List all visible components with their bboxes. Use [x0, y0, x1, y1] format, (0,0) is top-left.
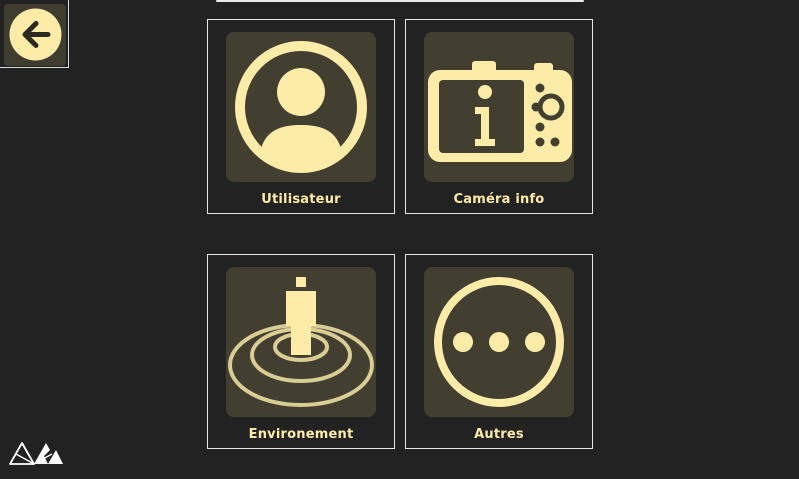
tile-label: Utilisateur [261, 192, 341, 207]
tile-icon-bg [424, 32, 574, 182]
back-button-bg [4, 4, 66, 66]
tile-icon-bg [424, 267, 574, 417]
tile-utilisateur[interactable]: Utilisateur [207, 19, 395, 214]
more-dots-icon [434, 277, 564, 407]
tile-label: Environement [248, 427, 354, 442]
back-button[interactable] [0, 0, 69, 68]
arrow-left-icon [9, 8, 62, 61]
user-icon [235, 41, 367, 173]
tile-label: Autres [474, 427, 524, 442]
camera-info-icon [428, 61, 572, 162]
tile-environement[interactable]: Environement [207, 254, 395, 449]
tile-icon-bg [226, 267, 376, 417]
tile-icon-bg [226, 32, 376, 182]
environment-person-icon [228, 277, 374, 407]
top-bar-edge [216, 0, 584, 2]
brand-logo-icon [8, 440, 64, 470]
tile-label: Caméra info [453, 192, 545, 207]
tile-camera-info[interactable]: Caméra info [405, 19, 593, 214]
tile-autres[interactable]: Autres [405, 254, 593, 449]
